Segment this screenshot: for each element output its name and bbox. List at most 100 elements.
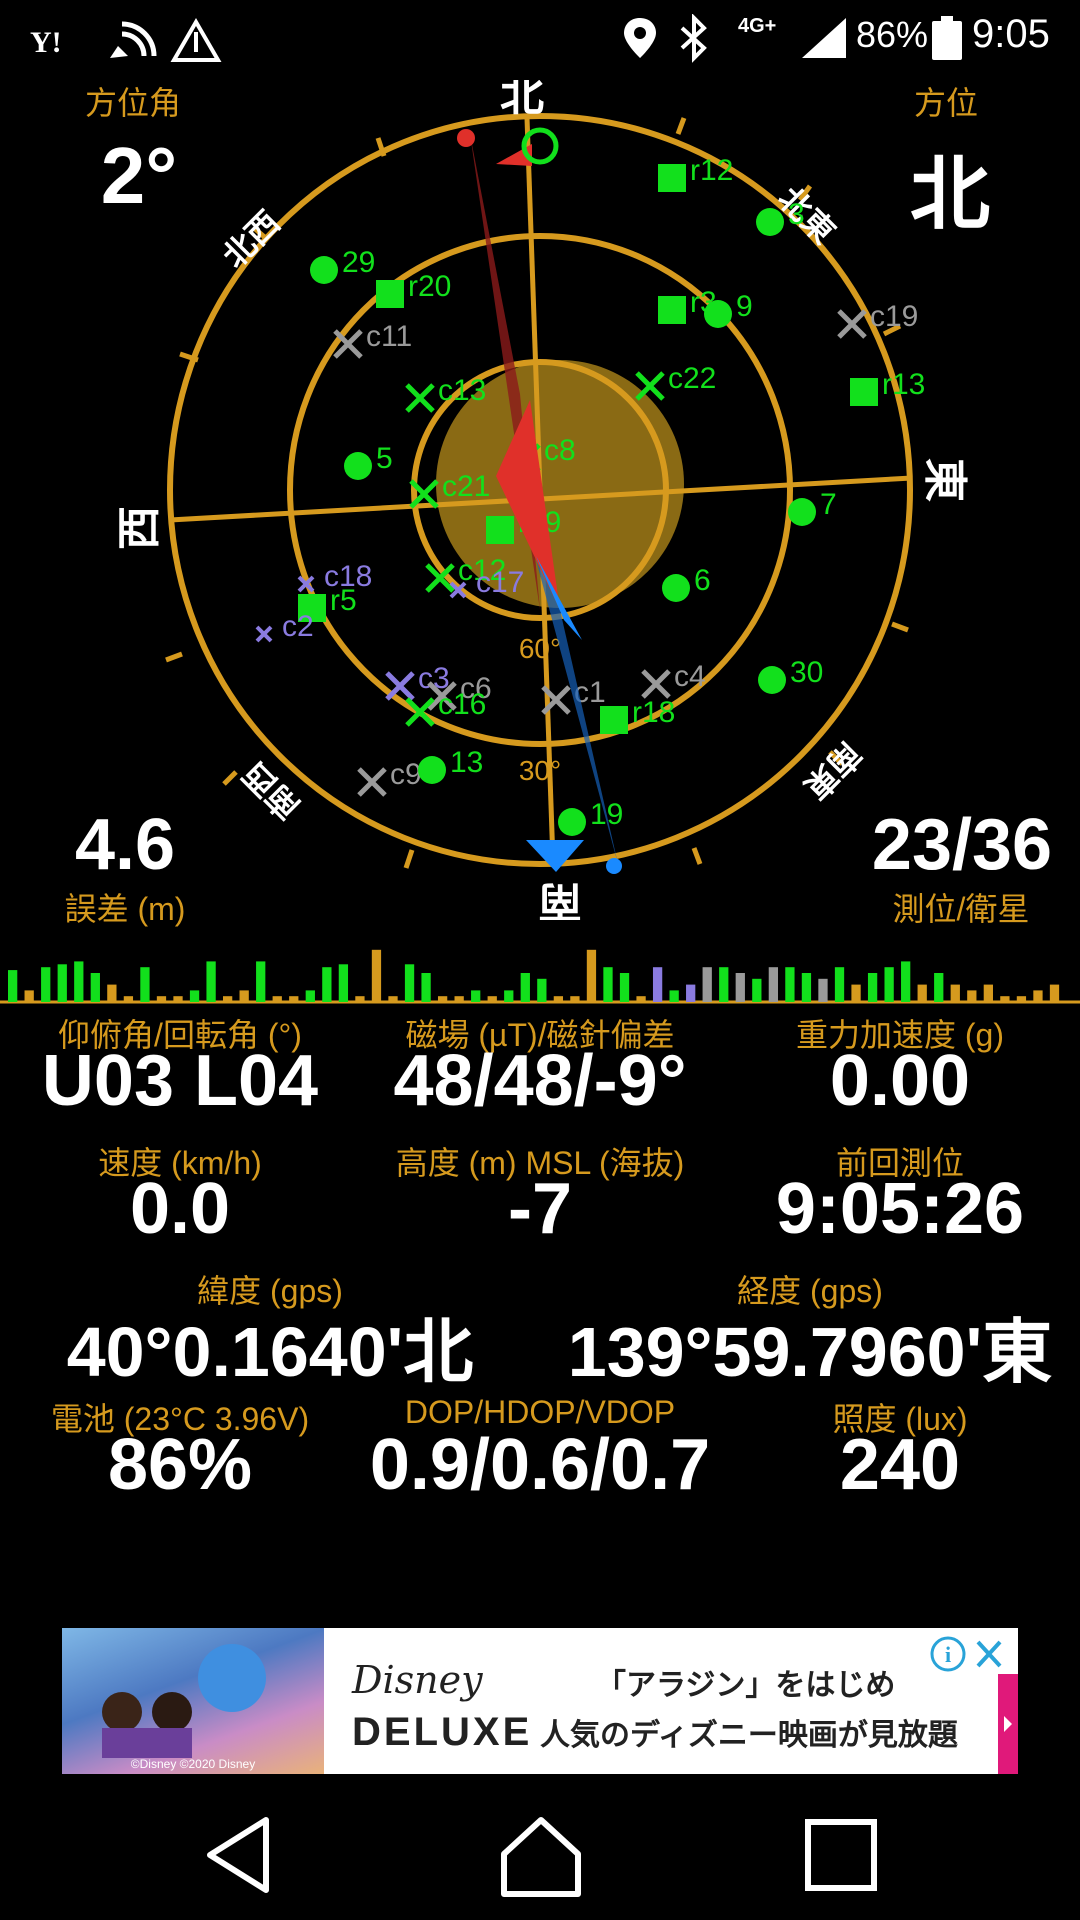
sky-radar[interactable]: 北 南 東 西 北東 北西 南東 南西 60° 30° r12329r20 r3 9… bbox=[0, 80, 1080, 920]
ad-image[interactable]: ©Disney ©2020 Disney bbox=[62, 1628, 324, 1774]
signal-bar bbox=[437, 996, 448, 1002]
bluetooth-icon bbox=[680, 14, 707, 63]
longitude-value: 139°59.7960'東 bbox=[567, 1313, 1053, 1391]
satellite-label: c21 bbox=[442, 470, 490, 503]
location-icon bbox=[624, 18, 656, 58]
signal-bar bbox=[785, 967, 795, 1002]
satellite-marker-r18: r18 bbox=[600, 696, 675, 734]
signal-bar bbox=[8, 970, 18, 1002]
signal-bar bbox=[74, 961, 84, 1002]
satellite-label: 13 bbox=[450, 746, 483, 779]
ad-close-icon bbox=[976, 1640, 1002, 1668]
compass-east: 東 bbox=[920, 458, 969, 502]
signal-bar bbox=[305, 990, 315, 1002]
status-bar: Y! 4G+ 86% 9:05 bbox=[0, 0, 1080, 76]
status-left-icons: Y! bbox=[30, 18, 222, 62]
signal-bar bbox=[371, 949, 382, 1002]
ad-image-caption: ©Disney ©2020 Disney bbox=[131, 1757, 255, 1771]
compass-sw: 南西 bbox=[236, 755, 307, 826]
satellite-marker-29: 29 bbox=[310, 246, 375, 284]
signal-bar bbox=[272, 996, 282, 1002]
signal-bar bbox=[140, 967, 150, 1002]
altitude-value: -7 bbox=[507, 1169, 573, 1249]
satellite-label: r12 bbox=[690, 154, 733, 187]
signal-bar bbox=[884, 967, 894, 1002]
ad-brand-line1: Disney bbox=[352, 1658, 483, 1702]
ad-info-close[interactable]: i bbox=[928, 1634, 1008, 1674]
signal-bar bbox=[256, 961, 266, 1002]
signal-bar bbox=[421, 973, 431, 1002]
satellite-label: c17 bbox=[476, 566, 524, 599]
signal-bar bbox=[487, 996, 497, 1002]
signal-bar bbox=[454, 996, 464, 1002]
signal-bar bbox=[983, 984, 993, 1002]
satellite-marker-5: 5 bbox=[344, 442, 393, 480]
satellite-marker-c4: c4 bbox=[641, 660, 706, 699]
signal-bar bbox=[388, 996, 398, 1002]
ad-text-line1: 「アラジン」をはじめ bbox=[596, 1669, 896, 1702]
signal-bar bbox=[338, 964, 349, 1002]
signal-bar bbox=[901, 961, 911, 1002]
wifi-calling-icon bbox=[110, 21, 157, 58]
satellite-label: 30 bbox=[790, 656, 823, 689]
magnetic-value: 48/48/-9° bbox=[393, 1041, 687, 1121]
signal-bar bbox=[24, 990, 34, 1002]
gravity-value: 0.00 bbox=[829, 1041, 971, 1121]
satellite-label: 9 bbox=[736, 290, 753, 323]
latitude-value: 40°0.1640'北 bbox=[66, 1313, 474, 1391]
signal-bar bbox=[553, 996, 564, 1002]
signal-bar bbox=[801, 973, 812, 1002]
signal-bar bbox=[156, 996, 167, 1002]
signal-bar bbox=[1016, 996, 1027, 1002]
signal-bar bbox=[123, 996, 134, 1002]
satellite-marker-19: 19 bbox=[558, 798, 623, 836]
signal-bar bbox=[652, 967, 663, 1002]
signal-bar bbox=[619, 973, 630, 1002]
satellite-label: c9 bbox=[390, 758, 422, 791]
ad-brand-line2: DELUXE bbox=[352, 1710, 533, 1754]
satellite-label: 5 bbox=[376, 442, 393, 475]
ad-illustration: ©Disney ©2020 Disney bbox=[102, 1644, 266, 1771]
sats-label: 測位/衛星 bbox=[892, 891, 1030, 927]
satellite-marker-r13: r13 bbox=[850, 368, 925, 406]
satellite-label: c16 bbox=[438, 688, 486, 721]
signal-bar bbox=[404, 964, 415, 1002]
pitch-roll-value: U03 L04 bbox=[41, 1041, 319, 1121]
recents-button[interactable] bbox=[796, 1810, 886, 1900]
signal-bar bbox=[752, 978, 762, 1002]
cell-signal-icon bbox=[802, 18, 846, 58]
home-icon bbox=[501, 1817, 581, 1897]
signal-bar bbox=[735, 973, 745, 1002]
network-type: 4G+ bbox=[738, 15, 776, 37]
signal-bar bbox=[537, 978, 547, 1002]
battery-icon bbox=[932, 16, 962, 60]
satellite-marker-r12: r12 bbox=[658, 154, 733, 192]
ad-banner[interactable]: ©Disney ©2020 Disney Disney DELUXE 「アラジン… bbox=[62, 1628, 1018, 1774]
signal-bar bbox=[1049, 984, 1060, 1002]
error-value: 4.6 bbox=[74, 805, 176, 885]
signal-bar bbox=[851, 984, 861, 1002]
ad-arrow-strip[interactable] bbox=[998, 1674, 1018, 1774]
signal-bar bbox=[520, 973, 530, 1002]
home-button[interactable] bbox=[496, 1810, 586, 1900]
satellite-label: r18 bbox=[632, 696, 675, 729]
satellite-label: 29 bbox=[342, 246, 375, 279]
signal-bar bbox=[917, 984, 927, 1002]
satellite-marker-6: 6 bbox=[662, 564, 711, 602]
satellite-label: c8 bbox=[544, 434, 576, 467]
satellite-label: c4 bbox=[674, 660, 706, 693]
signal-bar bbox=[322, 967, 332, 1002]
signal-bar bbox=[57, 964, 67, 1002]
back-button[interactable] bbox=[196, 1810, 286, 1900]
compass-west: 西 bbox=[115, 506, 164, 550]
signal-bar bbox=[189, 990, 200, 1002]
clock: 9:05 bbox=[972, 12, 1050, 56]
satellite-label: 7 bbox=[820, 488, 837, 521]
warning-icon bbox=[170, 18, 222, 62]
signal-bar bbox=[967, 990, 977, 1002]
signal-bar bbox=[768, 967, 779, 1002]
signal-bar bbox=[173, 996, 183, 1002]
satellite-marker-c19: c19 bbox=[837, 300, 918, 339]
signal-bar bbox=[570, 996, 580, 1002]
lux-value: 240 bbox=[839, 1425, 961, 1505]
